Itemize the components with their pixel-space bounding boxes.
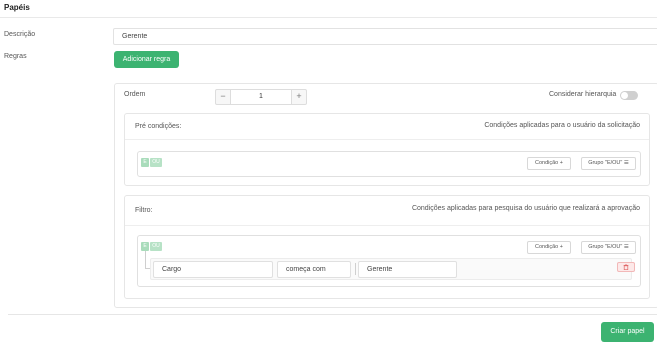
add-condition-button[interactable]: Condição + bbox=[527, 241, 571, 254]
add-group-button[interactable]: Grupo "E/OU" ☰ bbox=[581, 241, 636, 254]
condition-row: Cargo começa com Gerente bbox=[150, 258, 635, 280]
condition-separator bbox=[355, 263, 356, 275]
add-group-button[interactable]: Grupo "E/OU" ☰ bbox=[581, 157, 636, 170]
create-role-button[interactable]: Criar papel bbox=[601, 322, 654, 342]
and-or-switch: E OU bbox=[141, 242, 162, 251]
filter-group: E OU Condição + Grupo "E/OU" ☰ Cargo com… bbox=[137, 235, 641, 287]
filter-description: Condições aplicadas para pesquisa do usu… bbox=[411, 205, 640, 212]
header-divider bbox=[0, 17, 657, 18]
hierarchy-label: Considerar hierarquia bbox=[549, 91, 617, 98]
delete-condition-button[interactable] bbox=[617, 262, 635, 272]
hierarchy-toggle[interactable] bbox=[620, 91, 638, 100]
ordem-label: Ordem bbox=[124, 91, 146, 98]
pre-conditions-group: E OU Condição + Grupo "E/OU" ☰ bbox=[137, 151, 641, 177]
footer-divider bbox=[8, 314, 657, 315]
descricao-input[interactable]: Gerente bbox=[113, 28, 657, 45]
or-toggle[interactable]: OU bbox=[150, 158, 162, 167]
or-toggle[interactable]: OU bbox=[150, 242, 162, 251]
regras-label: Regras bbox=[4, 53, 27, 60]
condition-value-input[interactable]: Gerente bbox=[358, 261, 457, 278]
page-title: Papéis bbox=[4, 3, 30, 12]
and-toggle[interactable]: E bbox=[141, 242, 149, 251]
descricao-label: Descrição bbox=[4, 31, 36, 38]
decrement-button[interactable]: − bbox=[215, 89, 231, 105]
ordem-stepper: − 1 + bbox=[215, 89, 307, 105]
filter-title: Filtro: bbox=[135, 207, 153, 214]
add-condition-button[interactable]: Condição + bbox=[527, 157, 571, 170]
increment-button[interactable]: + bbox=[291, 89, 307, 105]
pre-conditions-card: Pré condições: Condições aplicadas para … bbox=[124, 113, 650, 186]
condition-operator-select[interactable]: começa com bbox=[277, 261, 351, 278]
add-rule-button[interactable]: Adicionar regra bbox=[114, 51, 179, 68]
and-toggle[interactable]: E bbox=[141, 158, 149, 167]
ordem-input[interactable]: 1 bbox=[231, 89, 291, 105]
condition-field-select[interactable]: Cargo bbox=[153, 261, 273, 278]
pre-conditions-title: Pré condições: bbox=[135, 123, 182, 130]
rule-card: Ordem − 1 + Considerar hierarquia Pré co… bbox=[114, 83, 657, 308]
and-or-switch: E OU bbox=[141, 158, 162, 167]
filter-card: Filtro: Condições aplicadas para pesquis… bbox=[124, 195, 650, 299]
trash-icon bbox=[623, 264, 629, 271]
pre-conditions-description: Condições aplicadas para o usuário da so… bbox=[484, 122, 640, 129]
